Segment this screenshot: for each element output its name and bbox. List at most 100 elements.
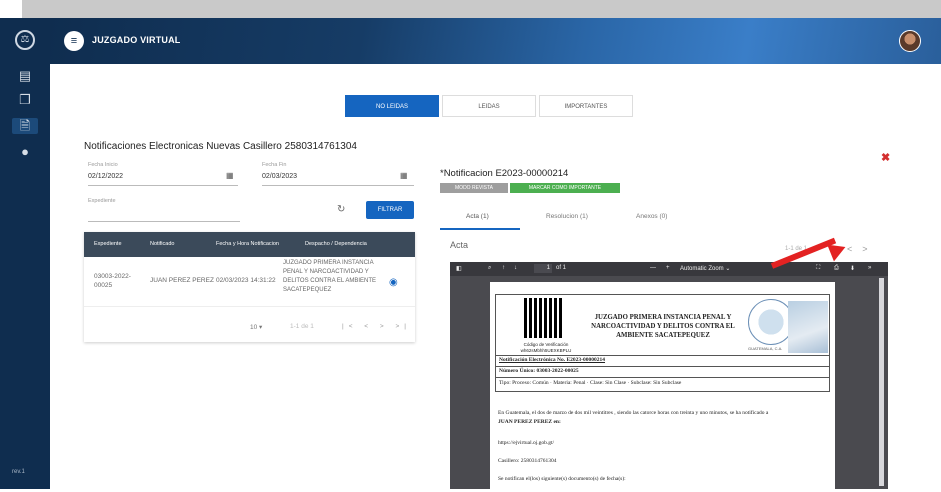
zoom-select[interactable]: Automatic Zoom ⌄ bbox=[680, 265, 730, 272]
numero-unico: Número Único: 03003-2022-00025 bbox=[499, 368, 579, 374]
fecha-fin-underline bbox=[262, 185, 414, 186]
refresh-icon[interactable]: ↻ bbox=[337, 204, 345, 215]
document-paragraph: Se notifican el(los) siguiente(s) docume… bbox=[498, 476, 626, 482]
notification-tabs: NO LEIDAS LEIDAS IMPORTANTES bbox=[345, 95, 633, 117]
cell-despacho-line: SACATEPEQUEZ bbox=[283, 287, 332, 293]
table-header: Expediente Notificado Fecha y Hora Notif… bbox=[84, 232, 415, 257]
qr-pattern bbox=[524, 298, 564, 338]
user-icon[interactable]: ● bbox=[17, 144, 33, 160]
acta-pagination-controls[interactable]: < > bbox=[847, 244, 868, 254]
fecha-fin-input[interactable]: 02/03/2023 bbox=[262, 173, 297, 180]
filtrar-button[interactable]: FILTRAR bbox=[366, 201, 414, 219]
court-name-line: AMBIENTE SACATEPEQUEZ bbox=[616, 332, 710, 339]
cell-despacho-line: PENAL Y NARCOACTIVIDAD Y bbox=[283, 269, 369, 275]
per-page-select[interactable]: 10 ▾ bbox=[250, 323, 262, 331]
fecha-inicio-input[interactable]: 02/12/2022 bbox=[88, 173, 123, 180]
zoom-out-icon[interactable]: — bbox=[650, 265, 656, 271]
court-name-line: NARCOACTIVIDAD Y DELITOS CONTRA EL bbox=[591, 323, 735, 330]
tab-leidas[interactable]: LEIDAS bbox=[442, 95, 536, 117]
sidebar: ⚖ ▤ ❐ 🗎 ● rev.1 bbox=[0, 18, 50, 489]
column-header[interactable]: Fecha y Hora Notificacion bbox=[216, 241, 279, 247]
pdf-page: Código de Verificación wh62sMbhh5UEXKBPL… bbox=[490, 282, 835, 492]
notification-number: Notificación Electrónica No. E2023-00000… bbox=[499, 357, 606, 363]
avatar[interactable] bbox=[899, 30, 921, 52]
fecha-inicio-underline bbox=[88, 185, 238, 186]
divider bbox=[496, 377, 829, 378]
page-total: of 1 bbox=[556, 265, 567, 271]
notifications-table: Expediente Notificado Fecha y Hora Notif… bbox=[84, 232, 415, 342]
cell-despacho: JUZGADO PRIMERA INSTANCIA PENAL Y NARCOA… bbox=[283, 259, 376, 295]
window-top-bar bbox=[22, 0, 941, 18]
eye-icon[interactable]: ◉ bbox=[389, 277, 398, 288]
tab-no-leidas[interactable]: NO LEIDAS bbox=[345, 95, 439, 117]
active-tab-indicator bbox=[440, 228, 520, 230]
document-link[interactable]: https://ejvirtual.oj.gob.gt/ bbox=[498, 440, 554, 446]
mark-important-button[interactable]: MARCAR COMO IMPORTANTE bbox=[510, 183, 620, 193]
calendar-icon[interactable]: ▦ bbox=[400, 171, 408, 180]
expediente-input[interactable] bbox=[88, 221, 240, 222]
version-label: rev.1 bbox=[12, 469, 25, 475]
zoom-in-icon[interactable]: + bbox=[666, 265, 670, 271]
page-number-input[interactable]: 1 bbox=[534, 264, 552, 273]
pagination-controls[interactable]: |< < > >| bbox=[342, 323, 411, 330]
copy-icon[interactable]: ❐ bbox=[17, 92, 33, 108]
calendar-icon[interactable]: ▦ bbox=[226, 171, 234, 180]
tab-anexos[interactable]: Anexos (0) bbox=[636, 213, 667, 220]
section-label: Acta bbox=[450, 240, 469, 250]
cell-despacho-line: JUZGADO PRIMERA INSTANCIA bbox=[283, 260, 374, 266]
document-tabs: Acta (1) Resolucion (1) Anexos (0) bbox=[440, 204, 880, 230]
close-icon[interactable]: ✖ bbox=[881, 151, 890, 164]
document-icon[interactable]: 🗎 bbox=[12, 118, 38, 134]
document-header-box: Código de Verificación wh62sMbhh5UEXKBPL… bbox=[495, 294, 830, 392]
column-header[interactable]: Expediente bbox=[94, 241, 122, 247]
mode-badge: MODO REVISTA bbox=[440, 183, 508, 193]
print-icon[interactable]: ⎙ bbox=[834, 265, 839, 272]
cell-expediente: 03003-2022- 00025 bbox=[94, 272, 131, 290]
document-paragraph: Casillero: 2580314761304 bbox=[498, 458, 557, 464]
cell-expediente-line: 00025 bbox=[94, 282, 113, 289]
expediente-label: Expediente bbox=[88, 198, 116, 204]
seal-caption: GUATEMALA, C.A. bbox=[748, 346, 783, 351]
more-tools-icon[interactable]: » bbox=[868, 265, 871, 271]
download-icon[interactable]: ⬇ bbox=[850, 265, 855, 272]
table-row[interactable]: 03003-2022- 00025 JUAN PEREZ PEREZ 02/03… bbox=[84, 257, 415, 307]
per-page-value: 10 bbox=[250, 324, 258, 331]
pdf-toolbar: ◧ ⌕ ↑ ↓ 1 of 1 — + Automatic Zoom ⌄ ⛶ ⎙ … bbox=[450, 262, 888, 276]
menu-icon[interactable]: ≡ bbox=[64, 31, 84, 51]
page-title: Notificaciones Electronicas Nuevas Casil… bbox=[84, 141, 357, 152]
column-header[interactable]: Despacho / Dependencia bbox=[305, 241, 367, 247]
arrow-down-icon[interactable]: ↓ bbox=[514, 265, 517, 271]
court-name-line: JUZGADO PRIMERA INSTANCIA PENAL Y bbox=[594, 314, 732, 321]
search-icon[interactable]: ⌕ bbox=[488, 265, 491, 272]
tab-importantes[interactable]: IMPORTANTES bbox=[539, 95, 633, 117]
inbox-icon[interactable]: ▤ bbox=[17, 68, 33, 84]
court-name: JUZGADO PRIMERA INSTANCIA PENAL Y NARCOA… bbox=[588, 313, 738, 340]
notification-title: *Notificacion E2023-00000214 bbox=[440, 168, 569, 179]
tab-acta[interactable]: Acta (1) bbox=[466, 213, 489, 220]
pagination-range: 1-1 de 1 bbox=[290, 323, 314, 330]
main-content: NO LEIDAS LEIDAS IMPORTANTES Notificacio… bbox=[50, 64, 941, 492]
app-title: JUZGADO VIRTUAL bbox=[92, 35, 181, 45]
pdf-viewer: ◧ ⌕ ↑ ↓ 1 of 1 — + Automatic Zoom ⌄ ⛶ ⎙ … bbox=[450, 262, 888, 492]
fecha-fin-label: Fecha Fin bbox=[262, 162, 287, 168]
column-header[interactable]: Notificado bbox=[150, 241, 174, 247]
document-paragraph: JUAN PEREZ PEREZ en: bbox=[498, 419, 561, 425]
header: ≡ JUZGADO VIRTUAL bbox=[50, 18, 941, 64]
arrow-up-icon[interactable]: ↑ bbox=[502, 265, 505, 271]
court-logo-icon: ⚖ bbox=[15, 30, 35, 50]
presentation-icon[interactable]: ⛶ bbox=[816, 265, 820, 272]
zoom-value: Automatic Zoom bbox=[680, 266, 724, 272]
divider bbox=[496, 355, 829, 356]
divider bbox=[496, 366, 829, 367]
sidebar-toggle-icon[interactable]: ◧ bbox=[456, 265, 462, 272]
document-paragraph: En Guatemala, el dos de marzo de dos mil… bbox=[498, 410, 769, 416]
cell-expediente-line: 03003-2022- bbox=[94, 273, 131, 280]
qr-code-text: wh62sMbhh5UEXKBPLU bbox=[520, 348, 572, 353]
cell-despacho-line: DELITOS CONTRA EL AMBIENTE bbox=[283, 278, 377, 284]
tipo-proceso: Tipo: Proceso: Común · Materia: Penal · … bbox=[499, 380, 682, 386]
tab-resolucion[interactable]: Resolucion (1) bbox=[546, 213, 588, 220]
qr-caption: Código de Verificación bbox=[523, 342, 569, 347]
fecha-inicio-label: Fecha Inicio bbox=[88, 162, 118, 168]
cell-notificado: JUAN PEREZ PEREZ bbox=[150, 277, 214, 284]
viewer-scrollbar[interactable] bbox=[879, 278, 884, 486]
